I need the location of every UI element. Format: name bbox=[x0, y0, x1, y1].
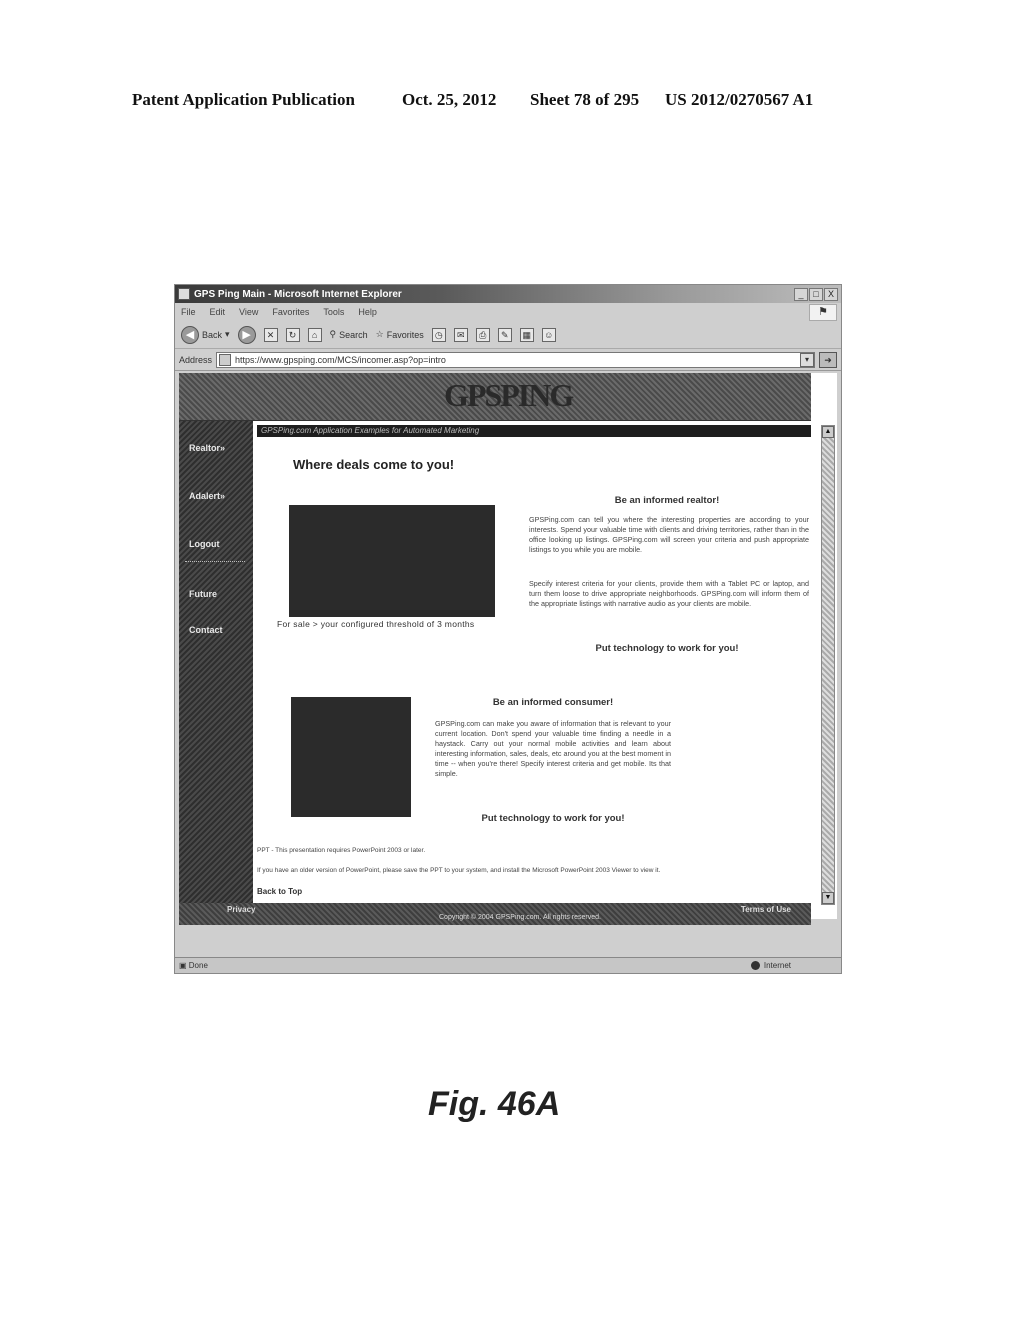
security-zone: Internet bbox=[750, 961, 791, 970]
realtor-section-title: Be an informed realtor! bbox=[614, 495, 720, 506]
status-text: Done bbox=[188, 961, 208, 970]
refresh-button[interactable]: ↻ bbox=[285, 327, 300, 342]
main-content: Where deals come to you! For sale > your… bbox=[257, 437, 817, 903]
privacy-link[interactable]: Privacy bbox=[227, 905, 255, 914]
address-dropdown-icon[interactable]: ▾ bbox=[800, 352, 814, 367]
vertical-scrollbar[interactable]: ▲ ▼ bbox=[821, 425, 835, 905]
back-to-top-link[interactable]: Back to Top bbox=[257, 887, 302, 896]
stop-button[interactable]: ✕ bbox=[263, 327, 278, 342]
menu-tools[interactable]: Tools bbox=[323, 307, 344, 317]
sidebar-item-logout[interactable]: Logout bbox=[189, 539, 220, 549]
scroll-up-arrow-icon[interactable]: ▲ bbox=[822, 426, 834, 438]
toolbar: ◀ Back ▾ ▶ ✕ ↻ ⌂ ⚲ Search ☆ Favorites ◷ … bbox=[175, 321, 841, 349]
ppt-viewer-note: If you have an older version of PowerPoi… bbox=[257, 867, 661, 874]
ie-app-icon bbox=[178, 288, 190, 300]
sidebar-item-future[interactable]: Future bbox=[189, 589, 217, 599]
menu-bar: File Edit View Favorites Tools Help ⚑ bbox=[175, 303, 841, 321]
realtor-cta: Put technology to work for you! bbox=[595, 643, 739, 654]
page-viewport: GPSPING Realtor» Adalert» Logout Future … bbox=[179, 373, 837, 925]
page-headline: Where deals come to you! bbox=[293, 457, 455, 472]
menu-edit[interactable]: Edit bbox=[210, 307, 226, 317]
window-title: GPS Ping Main - Microsoft Internet Explo… bbox=[194, 288, 402, 300]
minimize-button[interactable]: _ bbox=[794, 287, 808, 301]
site-banner: GPSPING bbox=[179, 373, 811, 421]
title-bar[interactable]: GPS Ping Main - Microsoft Internet Explo… bbox=[175, 285, 841, 303]
back-arrow-icon: ◀ bbox=[181, 325, 199, 344]
figure-caption: Fig. 46A bbox=[428, 1085, 561, 1123]
favorites-star-icon: ☆ bbox=[375, 329, 384, 339]
consumer-cta: Put technology to work for you! bbox=[481, 813, 625, 824]
status-bar: ▣ Done Internet bbox=[175, 957, 841, 973]
sidebar-item-adalert[interactable]: Adalert» bbox=[189, 491, 225, 501]
site-sidebar: Realtor» Adalert» Logout Future Contact bbox=[179, 421, 253, 903]
publication-label: Patent Application Publication bbox=[132, 90, 355, 109]
forward-button[interactable]: ▶ bbox=[237, 325, 256, 344]
discuss-button[interactable]: ▦ bbox=[519, 327, 534, 342]
listing-image bbox=[289, 505, 495, 617]
realtor-paragraph-1: GPSPing.com can tell you where the inter… bbox=[529, 515, 809, 554]
listing-image-caption: For sale > your configured threshold of … bbox=[277, 619, 475, 629]
page-icon bbox=[219, 353, 232, 366]
favorites-button[interactable]: ☆ Favorites bbox=[376, 329, 424, 340]
status-page-icon: ▣ bbox=[179, 961, 189, 970]
home-button[interactable]: ⌂ bbox=[307, 327, 322, 342]
terms-of-use-link[interactable]: Terms of Use bbox=[741, 905, 791, 914]
search-icon: ⚲ bbox=[329, 329, 337, 339]
browser-window: GPS Ping Main - Microsoft Internet Explo… bbox=[174, 284, 842, 974]
menu-view[interactable]: View bbox=[239, 307, 258, 317]
url-input[interactable] bbox=[235, 354, 800, 365]
site-logo[interactable]: GPSPING bbox=[444, 377, 574, 414]
address-label: Address bbox=[179, 354, 213, 365]
menu-help[interactable]: Help bbox=[358, 307, 377, 317]
back-dropdown-icon[interactable]: ▾ bbox=[225, 329, 230, 340]
address-bar: Address ▾ ➜ bbox=[175, 349, 841, 371]
sidebar-item-contact[interactable]: Contact bbox=[189, 625, 223, 635]
maximize-button[interactable]: □ bbox=[809, 287, 823, 301]
messenger-button[interactable]: ☺ bbox=[541, 327, 556, 342]
consumer-paragraph: GPSPing.com can make you aware of inform… bbox=[435, 719, 671, 778]
site-footer: Privacy Copyright © 2004 GPSPing.com. Al… bbox=[179, 903, 811, 925]
zone-label: Internet bbox=[763, 961, 791, 970]
consumer-image bbox=[291, 697, 411, 817]
windows-logo-icon: ⚑ bbox=[809, 304, 837, 321]
menu-file[interactable]: File bbox=[181, 307, 196, 317]
menu-favorites[interactable]: Favorites bbox=[272, 307, 309, 317]
publication-date: Oct. 25, 2012 bbox=[402, 90, 497, 109]
scroll-down-arrow-icon[interactable]: ▼ bbox=[822, 892, 834, 904]
history-button[interactable]: ◷ bbox=[431, 327, 446, 342]
ppt-requirement-note: PPT - This presentation requires PowerPo… bbox=[257, 847, 426, 854]
search-button[interactable]: ⚲ Search bbox=[330, 329, 368, 340]
close-button[interactable]: X bbox=[824, 287, 838, 301]
globe-icon bbox=[750, 961, 760, 970]
copyright-text: Copyright © 2004 GPSPing.com. All rights… bbox=[439, 914, 601, 921]
sidebar-item-realtor[interactable]: Realtor» bbox=[189, 443, 225, 453]
consumer-section-title: Be an informed consumer! bbox=[492, 697, 614, 708]
realtor-paragraph-2: Specify interest criteria for your clien… bbox=[529, 579, 809, 608]
sheet-number: Sheet 78 of 295 bbox=[530, 90, 640, 109]
site-header-strip: GPSPing.com Application Examples for Aut… bbox=[257, 425, 811, 437]
edit-button[interactable]: ✎ bbox=[497, 327, 512, 342]
patent-number: US 2012/0270567 A1 bbox=[665, 90, 814, 109]
go-button[interactable]: ➜ bbox=[819, 351, 837, 368]
address-field[interactable]: ▾ bbox=[216, 351, 815, 368]
sidebar-divider bbox=[185, 561, 245, 562]
publication-header: Patent Application Publication Oct. 25, … bbox=[132, 90, 892, 110]
window-controls: _ □ X bbox=[794, 287, 838, 301]
back-button[interactable]: ◀ Back ▾ bbox=[181, 325, 230, 344]
print-button[interactable]: ⎙ bbox=[475, 327, 490, 342]
mail-button[interactable]: ✉ bbox=[453, 327, 468, 342]
